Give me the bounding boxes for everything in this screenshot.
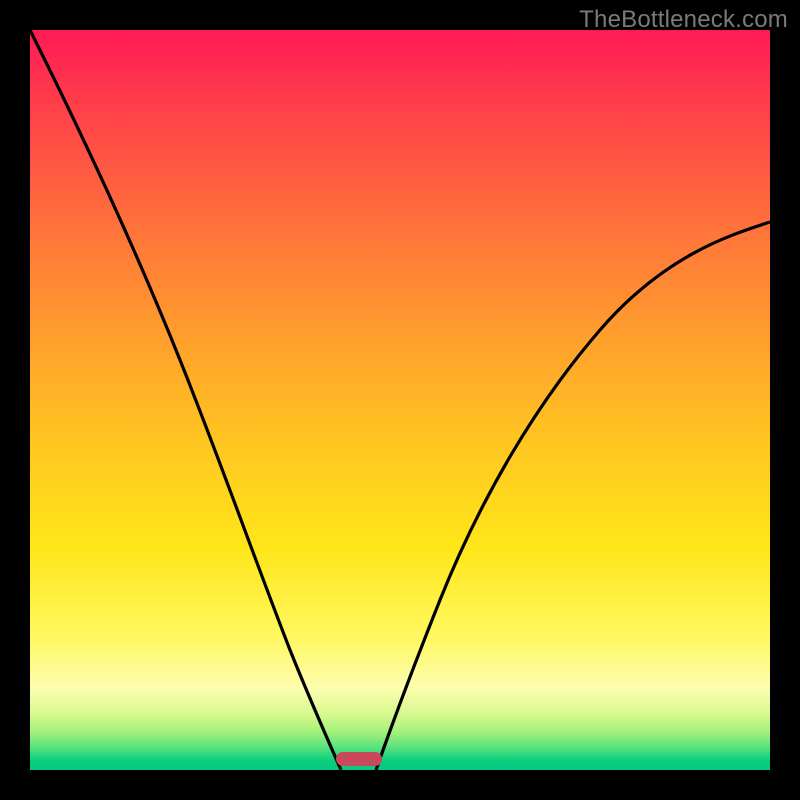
plot-area	[30, 30, 770, 770]
watermark-text: TheBottleneck.com	[579, 6, 788, 34]
bottleneck-curve-left	[30, 30, 341, 770]
curve-layer	[30, 30, 770, 770]
bottleneck-curve-right	[376, 222, 770, 770]
optimal-marker	[336, 752, 382, 766]
chart-frame: TheBottleneck.com	[0, 0, 800, 800]
